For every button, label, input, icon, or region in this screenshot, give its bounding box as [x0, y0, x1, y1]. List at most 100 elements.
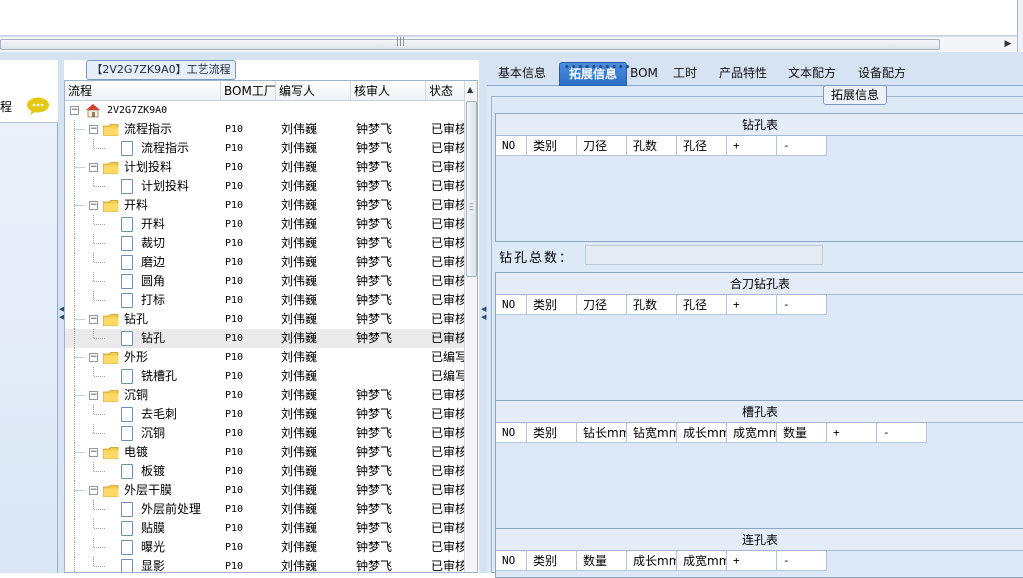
tree-folder-row[interactable]: − 钻孔 P10 刘伟巍 钟梦飞 已审核	[65, 310, 465, 329]
slot-table-column-header[interactable]: +	[827, 423, 877, 443]
tree-item-row[interactable]: 沉铜 P10 刘伟巍 钟梦飞 已审核	[65, 424, 465, 443]
scrollbar-thumb[interactable]	[0, 39, 940, 50]
tree-item-label: 外层前处理	[141, 502, 202, 516]
slot-table-column-header[interactable]: NO	[496, 423, 527, 443]
collapse-icon[interactable]: −	[89, 486, 98, 495]
tree-vertical-scrollbar[interactable]: ▲ – – –	[464, 81, 477, 572]
tree-folder-row[interactable]: − 外形 P10 刘伟巍 已编写	[65, 348, 465, 367]
slot-table-column-header[interactable]: -	[877, 423, 927, 443]
tab-extended-info[interactable]: •••••••••• 拓展信息	[559, 62, 631, 86]
cell-writer: 刘伟巍	[281, 274, 318, 288]
tree-item-row[interactable]: 裁切 P10 刘伟巍 钟梦飞 已审核	[65, 234, 465, 253]
tree-item-row[interactable]: 曝光 P10 刘伟巍 钟梦飞 已审核	[65, 538, 465, 557]
slot-table-column-header[interactable]: 类别	[527, 423, 577, 443]
combo-table-column-header[interactable]: +	[727, 295, 777, 315]
horizontal-scrollbar[interactable]: ||| ▶	[0, 36, 1017, 52]
left-pane-item[interactable]: 程	[0, 60, 58, 123]
tree-folder-row[interactable]: − 流程指示 P10 刘伟巍 钟梦飞 已审核	[65, 120, 465, 139]
collapse-icon[interactable]: −	[89, 353, 98, 362]
header-process[interactable]: 流程	[65, 81, 221, 101]
collapse-icon[interactable]: −	[89, 448, 98, 457]
tab-text-recipe[interactable]: 文本配方	[784, 62, 840, 86]
combo-table-column-header[interactable]: -	[777, 295, 827, 315]
tree-item-row[interactable]: 流程指示 P10 刘伟巍 钟梦飞 已审核	[65, 139, 465, 158]
scroll-up-arrow-icon[interactable]: ▲	[467, 85, 473, 94]
tree-folder-row[interactable]: − 开料 P10 刘伟巍 钟梦飞 已审核	[65, 196, 465, 215]
slot-table-column-header[interactable]: 数量	[777, 423, 827, 443]
cell-writer: 刘伟巍	[281, 369, 318, 383]
group-title: 拓展信息	[823, 85, 887, 105]
right-splitter[interactable]: ◀ ◀	[479, 60, 487, 573]
header-status[interactable]: 状态	[426, 81, 465, 101]
tree-item-row[interactable]: 显影 P10 刘伟巍 钟梦飞 已审核	[65, 557, 465, 573]
chain-table-column-header[interactable]: 成宽mm	[677, 551, 727, 571]
tree-item-row[interactable]: 去毛刺 P10 刘伟巍 钟梦飞 已审核	[65, 405, 465, 424]
chain-table-column-header[interactable]: -	[777, 551, 827, 571]
collapse-icon[interactable]: −	[89, 315, 98, 324]
chain-table-column-header[interactable]: 成长mm	[627, 551, 677, 571]
header-writer[interactable]: 编写人	[276, 81, 351, 101]
collapse-icon[interactable]: −	[70, 106, 79, 115]
chain-table-column-header[interactable]: 类别	[527, 551, 577, 571]
chain-table-column-header[interactable]: 数量	[577, 551, 627, 571]
header-bom-factory[interactable]: BOM工厂	[221, 81, 276, 101]
drill-table-column-header[interactable]: 类别	[527, 136, 577, 156]
drill-table-column-header[interactable]: +	[727, 136, 777, 156]
tree-item-row[interactable]: 打标 P10 刘伟巍 钟梦飞 已审核	[65, 291, 465, 310]
collapse-icon[interactable]: −	[89, 391, 98, 400]
slot-table-column-header[interactable]: 成宽mm	[727, 423, 777, 443]
tree-scrollbar-thumb[interactable]: – – –	[466, 101, 477, 277]
tree-item-row[interactable]: 贴膜 P10 刘伟巍 钟梦飞 已审核	[65, 519, 465, 538]
combo-table-column-header[interactable]: 孔数	[627, 295, 677, 315]
chat-bubble-icon[interactable]	[26, 97, 50, 115]
tree-item-row[interactable]: 计划投料 P10 刘伟巍 钟梦飞 已审核	[65, 177, 465, 196]
cell-bom: P10	[225, 162, 244, 173]
chain-table-column-header[interactable]: +	[727, 551, 777, 571]
cell-status: 已审核	[431, 559, 464, 573]
drill-table-column-header[interactable]: 孔数	[627, 136, 677, 156]
tree-item-row[interactable]: 圆角 P10 刘伟巍 钟梦飞 已审核	[65, 272, 465, 291]
drill-table-column-header[interactable]: 孔径	[677, 136, 727, 156]
scrollbar-grip-icon: – – –	[469, 199, 473, 214]
slot-table-column-header[interactable]: 成长mm	[677, 423, 727, 443]
drill-table-column-header[interactable]: NO	[496, 136, 527, 156]
tree-item-row[interactable]: 开料 P10 刘伟巍 钟梦飞 已审核	[65, 215, 465, 234]
tab-equipment-recipe[interactable]: 设备配方	[854, 62, 910, 86]
cell-bom: P10	[225, 124, 244, 135]
slot-table-column-header[interactable]: 钻宽mm	[627, 423, 677, 443]
tree-item-row[interactable]: 磨边 P10 刘伟巍 钟梦飞 已审核	[65, 253, 465, 272]
drill-table-column-header[interactable]: 刀径	[577, 136, 627, 156]
tree-root-row[interactable]: − 2V2G7ZK9A0	[65, 101, 465, 120]
tree-item-row[interactable]: 板镀 P10 刘伟巍 钟梦飞 已审核	[65, 462, 465, 481]
tree-folder-row[interactable]: − 沉铜 P10 刘伟巍 钟梦飞 已审核	[65, 386, 465, 405]
tab-product-features[interactable]: 产品特性	[715, 62, 771, 86]
cell-status: 已编写	[431, 369, 464, 383]
tree-item-row[interactable]: 铣槽孔 P10 刘伟巍 已编写	[65, 367, 465, 386]
drill-table-column-header[interactable]: -	[777, 136, 827, 156]
tab-work-hours[interactable]: 工时	[669, 62, 701, 86]
tree-item-row[interactable]: 钻孔 P10 刘伟巍 钟梦飞 已审核	[65, 329, 465, 348]
cell-writer: 刘伟巍	[281, 502, 318, 516]
tree-title: 【2V2G7ZK9A0】工艺流程	[86, 60, 236, 80]
tree-item-row[interactable]: 外层前处理 P10 刘伟巍 钟梦飞 已审核	[65, 500, 465, 519]
tree-folder-row[interactable]: − 电镀 P10 刘伟巍 钟梦飞 已审核	[65, 443, 465, 462]
cell-reviewer: 钟梦飞	[356, 122, 393, 136]
cell-reviewer: 钟梦飞	[356, 293, 393, 307]
left-navigation-pane: 程	[0, 60, 58, 573]
tab-basic-info[interactable]: 基本信息	[491, 62, 553, 86]
chain-table-column-header[interactable]: NO	[496, 551, 527, 571]
collapse-icon[interactable]: −	[89, 125, 98, 134]
tree-guide-lines	[74, 519, 105, 538]
tree-folder-row[interactable]: − 计划投料 P10 刘伟巍 钟梦飞 已审核	[65, 158, 465, 177]
header-reviewer[interactable]: 核审人	[351, 81, 426, 101]
combo-table-column-header[interactable]: NO	[496, 295, 527, 315]
collapse-icon[interactable]: −	[89, 163, 98, 172]
tab-bom[interactable]: BOM	[629, 62, 659, 86]
scroll-right-arrow-icon[interactable]: ▶	[1001, 38, 1015, 51]
combo-table-column-header[interactable]: 类别	[527, 295, 577, 315]
combo-table-column-header[interactable]: 孔径	[677, 295, 727, 315]
combo-table-column-header[interactable]: 刀径	[577, 295, 627, 315]
tree-folder-row[interactable]: − 外层干膜 P10 刘伟巍 钟梦飞 已审核	[65, 481, 465, 500]
collapse-icon[interactable]: −	[89, 201, 98, 210]
slot-table-column-header[interactable]: 钻长mm	[577, 423, 627, 443]
